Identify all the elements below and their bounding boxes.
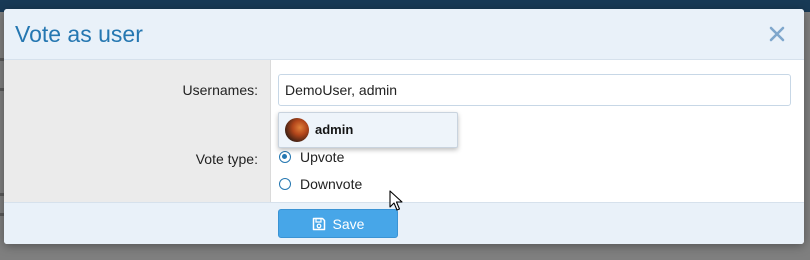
label-column: Usernames: Vote type: <box>4 60 271 202</box>
save-icon <box>312 217 325 230</box>
dialog-header: Vote as user <box>4 9 804 60</box>
downvote-label: Downvote <box>300 176 363 192</box>
usernames-label: Usernames: <box>182 82 258 98</box>
downvote-radio-circle[interactable] <box>279 178 291 190</box>
downvote-radio[interactable]: Downvote <box>279 176 362 192</box>
save-label: Save <box>332 215 365 232</box>
save-button[interactable]: Save <box>278 209 398 238</box>
autocomplete-item[interactable]: admin <box>279 113 457 147</box>
dialog-title: Vote as user <box>15 21 143 47</box>
upvote-radio-circle[interactable] <box>279 151 291 163</box>
vote-type-label: Vote type: <box>195 151 258 167</box>
usernames-input[interactable] <box>279 75 790 105</box>
close-icon <box>769 26 785 42</box>
dialog-footer: Save <box>4 202 804 244</box>
upvote-label: Upvote <box>300 149 345 165</box>
autocomplete-username: admin <box>315 122 354 137</box>
vote-as-user-dialog: Vote as user Usernames: Vote type: Upvot… <box>4 9 804 244</box>
username-autocomplete: admin <box>278 112 458 148</box>
avatar <box>285 118 309 142</box>
mouse-cursor-icon <box>389 190 403 211</box>
usernames-field[interactable] <box>278 74 791 106</box>
upvote-radio[interactable]: Upvote <box>279 149 344 165</box>
close-button[interactable] <box>762 19 792 49</box>
